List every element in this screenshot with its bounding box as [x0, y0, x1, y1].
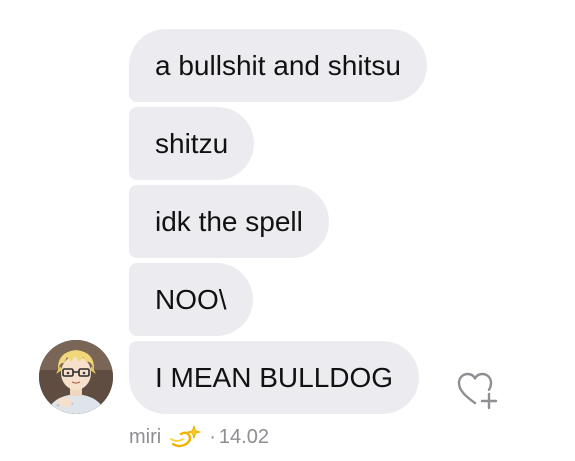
- meta-separator: ·: [209, 425, 216, 448]
- avatar[interactable]: [39, 340, 113, 414]
- chat-screen: a bullshit and shitsu shitzu idk the spe…: [0, 0, 575, 461]
- message-text: I MEAN BULLDOG: [155, 362, 394, 393]
- dizzy-sparkle-icon: [169, 424, 203, 450]
- message-text: idk the spell: [155, 206, 303, 237]
- add-reaction-button[interactable]: [455, 368, 499, 412]
- message-bubble[interactable]: NOO\: [129, 263, 253, 336]
- message-time: 14.02: [218, 425, 269, 448]
- message-text: a bullshit and shitsu: [155, 50, 401, 81]
- avatar-image: [39, 340, 113, 414]
- heart-plus-icon: [457, 372, 498, 410]
- message-text: shitzu: [155, 128, 229, 159]
- message-bubble[interactable]: idk the spell: [129, 185, 329, 258]
- message-bubble[interactable]: shitzu: [129, 107, 255, 180]
- message-meta: miri · 14.02: [129, 424, 269, 450]
- message-text: NOO\: [155, 284, 227, 315]
- message-bubble[interactable]: I MEAN BULLDOG: [129, 341, 420, 414]
- message-bubble[interactable]: a bullshit and shitsu: [129, 29, 427, 102]
- sender-name[interactable]: miri: [129, 426, 161, 449]
